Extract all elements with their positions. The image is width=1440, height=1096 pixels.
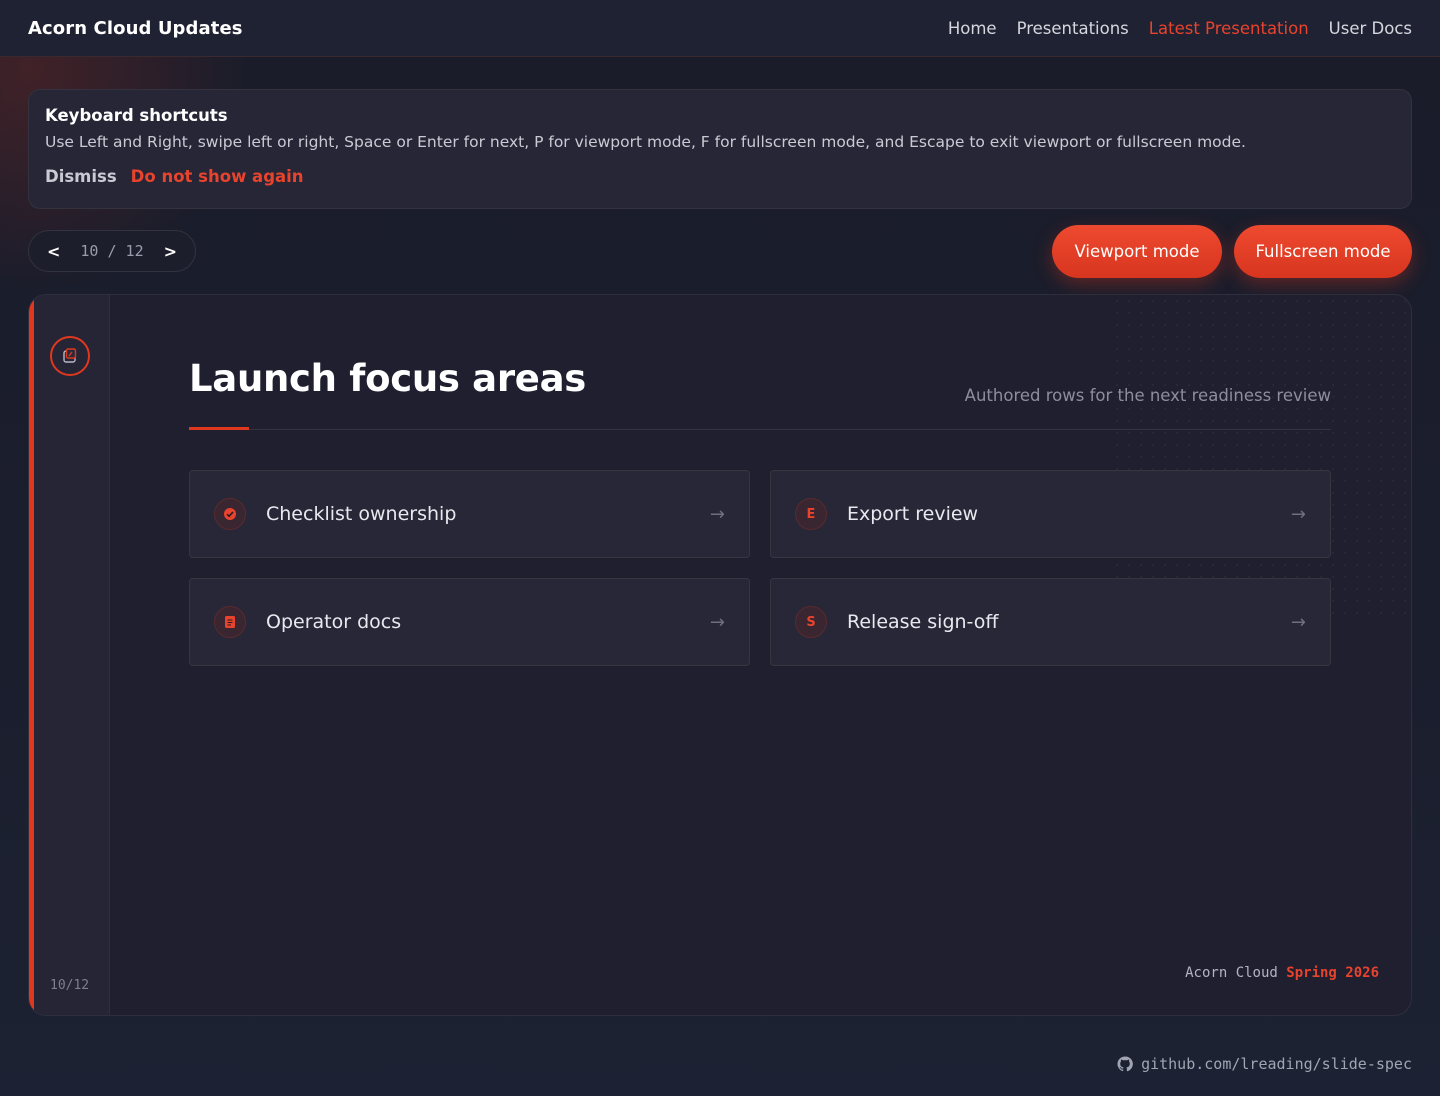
- keyboard-shortcuts-notice: Keyboard shortcuts Use Left and Right, s…: [28, 89, 1412, 209]
- arrow-right-icon: →: [1290, 611, 1306, 633]
- title-divider: [189, 429, 1331, 430]
- brand-title[interactable]: Acorn Cloud Updates: [28, 18, 243, 39]
- letter-s-icon: S: [795, 606, 827, 638]
- arrow-right-icon: →: [709, 611, 725, 633]
- decorative-dot-grid: [1111, 295, 1411, 615]
- nav-latest-presentation[interactable]: Latest Presentation: [1149, 19, 1309, 38]
- card-label: Export review: [847, 503, 979, 525]
- document-icon: [214, 606, 246, 638]
- card-label: Operator docs: [266, 611, 402, 633]
- github-icon: [1117, 1056, 1133, 1072]
- notice-actions: Dismiss Do not show again: [45, 167, 1395, 186]
- footer-season: Spring 2026: [1286, 965, 1379, 981]
- notice-title: Keyboard shortcuts: [45, 106, 228, 125]
- next-slide-button[interactable]: >: [164, 242, 177, 261]
- do-not-show-again-button[interactable]: Do not show again: [131, 167, 304, 186]
- letter-e-icon: E: [795, 498, 827, 530]
- main-nav: Home Presentations Latest Presentation U…: [948, 19, 1412, 38]
- slide-subtitle: Authored rows for the next readiness rev…: [964, 386, 1331, 405]
- arrow-right-icon: →: [709, 503, 725, 525]
- card-label: Checklist ownership: [266, 503, 457, 525]
- slide-pager: < 10 / 12 >: [28, 230, 196, 272]
- card-label: Release sign-off: [847, 611, 999, 633]
- repo-link[interactable]: github.com/lreading/slide-spec: [1117, 1055, 1412, 1073]
- focus-card-export-review[interactable]: E Export review →: [770, 470, 1331, 558]
- focus-card-operator-docs[interactable]: Operator docs →: [189, 578, 750, 666]
- slide-footer: Acorn Cloud Spring 2026: [1185, 965, 1379, 981]
- footer-brand: Acorn Cloud: [1185, 965, 1278, 981]
- slide-title: Launch focus areas: [189, 357, 586, 400]
- slide-frame: 10/12 Launch focus areas Authored rows f…: [28, 294, 1412, 1016]
- acorn-logo-icon: [50, 336, 90, 376]
- prev-slide-button[interactable]: <: [47, 242, 60, 261]
- arrow-right-icon: →: [1290, 503, 1306, 525]
- repo-label: github.com/lreading/slide-spec: [1141, 1055, 1412, 1073]
- slide-page-indicator: 10/12: [50, 978, 90, 993]
- slide-counter: 10 / 12: [80, 242, 144, 260]
- focus-card-release-sign-off[interactable]: S Release sign-off →: [770, 578, 1331, 666]
- nav-presentations[interactable]: Presentations: [1017, 19, 1129, 38]
- top-nav-bar: Acorn Cloud Updates Home Presentations L…: [0, 0, 1440, 57]
- fullscreen-mode-button[interactable]: Fullscreen mode: [1234, 225, 1412, 278]
- viewport-mode-button[interactable]: Viewport mode: [1052, 225, 1222, 278]
- notice-text: Use Left and Right, swipe left or right,…: [45, 133, 1246, 151]
- check-circle-icon: [214, 498, 246, 530]
- title-accent-bar: [189, 427, 249, 430]
- dismiss-button[interactable]: Dismiss: [45, 167, 117, 186]
- nav-user-docs[interactable]: User Docs: [1329, 19, 1412, 38]
- nav-home[interactable]: Home: [948, 19, 997, 38]
- slide-side-rail: 10/12: [29, 295, 110, 1015]
- focus-card-checklist-ownership[interactable]: Checklist ownership →: [189, 470, 750, 558]
